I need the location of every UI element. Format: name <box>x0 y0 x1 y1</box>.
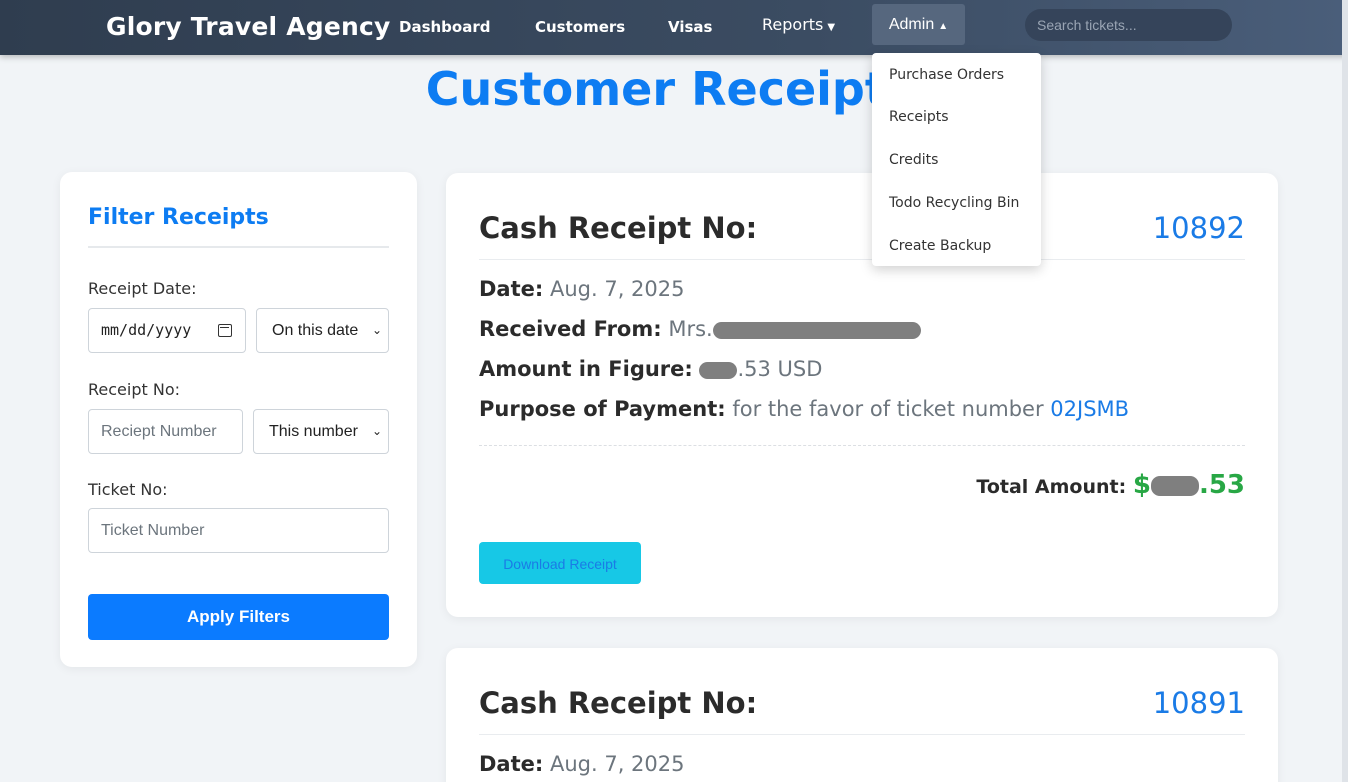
receipt-date-label: Date: <box>479 752 544 776</box>
total-currency: $ <box>1132 470 1151 500</box>
receipt-divider <box>479 259 1245 260</box>
page-scrollbar[interactable] <box>1342 0 1348 782</box>
total-amount-row: Total Amount: $ .53 <box>976 470 1245 500</box>
caret-down-icon: ▼ <box>827 22 836 33</box>
calendar-icon[interactable] <box>218 324 232 337</box>
nav-customers[interactable]: Customers <box>535 0 625 55</box>
receipt-date-input[interactable]: mm/dd/yyyy <box>88 308 246 353</box>
ticket-number-input[interactable]: Ticket Number <box>88 508 389 553</box>
receipt-date-value: Aug. 7, 2025 <box>549 752 685 776</box>
menu-item-todo-recycling-bin[interactable]: Todo Recycling Bin <box>889 195 1019 211</box>
receipt-number-input[interactable]: Reciept Number <box>88 409 243 454</box>
amount-suffix: .53 USD <box>737 357 823 381</box>
menu-item-create-backup[interactable]: Create Backup <box>889 238 991 254</box>
nav-admin-label: Admin <box>888 16 935 33</box>
admin-dropdown-menu: Purchase Orders Receipts Credits Todo Re… <box>872 53 1041 266</box>
received-from-value: Mrs. <box>668 317 713 341</box>
receipt-date-label: Receipt Date: <box>88 279 197 298</box>
filter-panel: Filter Receipts Receipt Date: mm/dd/yyyy… <box>60 172 417 667</box>
date-placeholder: mm/dd/yyyy <box>101 321 192 339</box>
receipt-number-placeholder: Reciept Number <box>101 423 217 440</box>
nav-dashboard[interactable]: Dashboard <box>399 0 490 55</box>
download-receipt-button[interactable]: Download Receipt <box>479 542 641 584</box>
receipt-number: 10891 <box>1152 686 1245 720</box>
purpose-row: Purpose of Payment: for the favor of tic… <box>479 397 1129 421</box>
redacted-name <box>712 321 921 339</box>
apply-filters-button[interactable]: Apply Filters <box>88 594 389 640</box>
receipt-divider <box>479 734 1245 735</box>
chevron-down-icon: ⌄ <box>371 323 382 337</box>
receipt-no-label: Receipt No: <box>88 380 180 399</box>
nav-admin[interactable]: Admin ▲ <box>872 4 965 45</box>
filter-divider <box>88 246 389 248</box>
redacted-amount <box>699 361 738 379</box>
receipt-heading: Cash Receipt No: <box>479 686 758 720</box>
received-from-row: Received From: Mrs. <box>479 317 921 341</box>
receipt-date-row: Date: Aug. 7, 2025 <box>479 752 685 776</box>
nav-reports-label: Reports <box>762 15 824 34</box>
amount-label: Amount in Figure: <box>479 357 693 381</box>
nav-reports[interactable]: Reports ▼ <box>762 0 835 55</box>
top-navbar: Glory Travel Agency Dashboard Customers … <box>0 0 1348 55</box>
ticket-number-link[interactable]: 02JSMB <box>1050 397 1129 421</box>
chevron-down-icon: ⌄ <box>371 424 382 438</box>
brand-logo[interactable]: Glory Travel Agency <box>106 12 391 41</box>
received-from-label: Received From: <box>479 317 662 341</box>
amount-row: Amount in Figure: .53 USD <box>479 357 822 381</box>
receipt-date-row: Date: Aug. 7, 2025 <box>479 277 685 301</box>
filter-title: Filter Receipts <box>88 205 269 230</box>
total-label: Total Amount: <box>976 476 1127 498</box>
search-input[interactable] <box>1025 9 1232 41</box>
receipt-date-value: Aug. 7, 2025 <box>549 277 685 301</box>
receipt-number: 10892 <box>1152 211 1245 245</box>
receipt-dashed-divider <box>479 445 1245 446</box>
purpose-text: for the favor of ticket number <box>732 397 1044 421</box>
ticket-number-placeholder: Ticket Number <box>101 522 205 539</box>
menu-item-credits[interactable]: Credits <box>889 152 938 168</box>
nav-visas[interactable]: Visas <box>668 0 712 55</box>
date-mode-value: On this date <box>272 322 359 339</box>
caret-up-icon: ▲ <box>938 21 949 32</box>
receipt-card: Cash Receipt No: 10892 Date: Aug. 7, 202… <box>446 173 1278 617</box>
redacted-total <box>1150 475 1199 496</box>
purpose-label: Purpose of Payment: <box>479 397 726 421</box>
page-title: Customer Receipts <box>425 62 915 116</box>
menu-item-receipts[interactable]: Receipts <box>889 109 949 125</box>
total-amount: $ .53 <box>1133 470 1245 500</box>
number-mode-value: This number <box>269 423 358 440</box>
ticket-no-label: Ticket No: <box>88 480 168 499</box>
menu-item-purchase-orders[interactable]: Purchase Orders <box>889 67 1004 83</box>
number-mode-select[interactable]: This number ⌄ <box>253 409 389 454</box>
receipt-date-label: Date: <box>479 277 544 301</box>
total-cents: .53 <box>1198 470 1245 500</box>
receipt-heading: Cash Receipt No: <box>479 211 758 245</box>
receipt-card: Cash Receipt No: 10891 Date: Aug. 7, 202… <box>446 648 1278 782</box>
date-mode-select[interactable]: On this date ⌄ <box>256 308 389 353</box>
